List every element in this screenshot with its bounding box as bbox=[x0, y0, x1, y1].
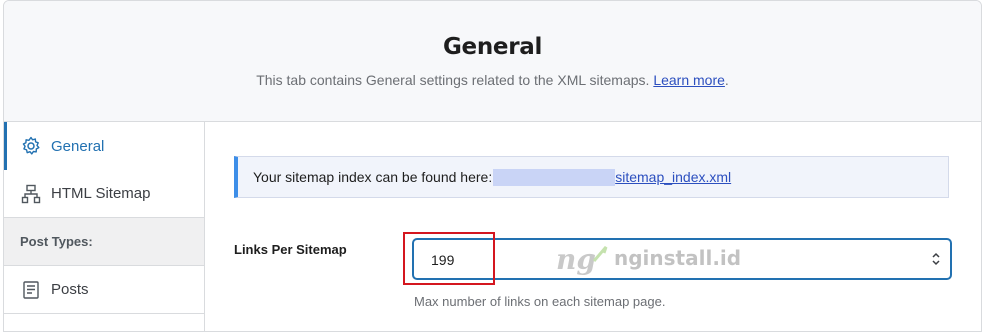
description-period: . bbox=[724, 72, 729, 88]
sidebar-item-posts[interactable]: Posts bbox=[4, 266, 204, 314]
links-per-sitemap-label: Links Per Sitemap bbox=[234, 242, 347, 257]
highlight-box bbox=[403, 232, 495, 285]
sidebar-section-post-types: Post Types: bbox=[4, 218, 204, 266]
sidebar-item-html-sitemap[interactable]: HTML Sitemap bbox=[4, 170, 204, 218]
sidebar-item-label: HTML Sitemap bbox=[51, 185, 151, 202]
settings-panel: General This tab contains General settin… bbox=[3, 0, 982, 332]
sidebar-item-label: Posts bbox=[51, 281, 89, 298]
notice-text: Your sitemap index can be found here: bbox=[253, 169, 493, 185]
page-description: This tab contains General settings relat… bbox=[4, 72, 981, 88]
page-header: General This tab contains General settin… bbox=[4, 1, 981, 122]
links-per-sitemap-help: Max number of links on each sitemap page… bbox=[414, 294, 666, 309]
learn-more-link[interactable]: Learn more bbox=[653, 72, 725, 88]
gear-icon bbox=[21, 136, 41, 156]
sidebar: General HTML Sitemap Post Types: Posts bbox=[4, 122, 205, 331]
sitemap-index-notice: Your sitemap index can be found here: si… bbox=[234, 156, 949, 198]
sitemap-icon bbox=[21, 184, 41, 204]
sidebar-item-label: General bbox=[51, 137, 105, 155]
description-text: This tab contains General settings relat… bbox=[256, 72, 650, 88]
page-title: General bbox=[442, 34, 543, 60]
redacted-url bbox=[493, 168, 616, 186]
document-icon bbox=[21, 280, 41, 300]
sidebar-item-general[interactable]: General bbox=[4, 122, 204, 170]
sitemap-index-link[interactable]: sitemap_index.xml bbox=[615, 169, 731, 185]
stepper-arrows-icon[interactable] bbox=[931, 251, 941, 267]
